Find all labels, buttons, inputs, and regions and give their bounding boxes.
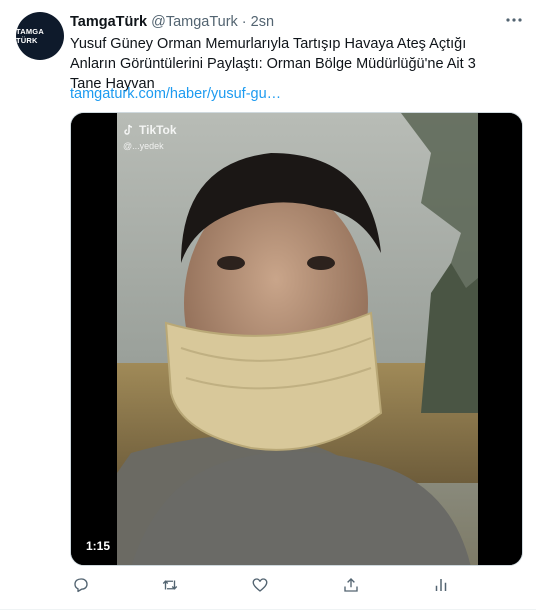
tiktok-username: @...yedek <box>123 141 164 151</box>
action-bar <box>70 574 470 596</box>
user-handle[interactable]: @TamgaTurk <box>151 14 238 30</box>
separator-dot: · <box>241 14 247 30</box>
like-icon[interactable] <box>249 574 271 596</box>
avatar[interactable]: TAMGA TÜRK <box>16 12 64 60</box>
share-icon[interactable] <box>340 574 362 596</box>
tweet[interactable]: TAMGA TÜRK TamgaTürk @TamgaTurk · 2sn Yu… <box>0 0 536 610</box>
tweet-link[interactable]: tamgaturk.com/haber/yusuf-gu… <box>70 84 281 104</box>
more-icon[interactable] <box>504 10 524 30</box>
video-player[interactable]: TikTok @...yedek 1:15 <box>70 112 523 566</box>
avatar-logo-text: TAMGA TÜRK <box>16 27 44 45</box>
video-frame <box>71 113 522 565</box>
analytics-icon[interactable] <box>430 574 452 596</box>
retweet-icon[interactable] <box>159 574 181 596</box>
tiktok-label: TikTok <box>139 123 177 137</box>
tiktok-icon <box>124 124 133 135</box>
display-name[interactable]: TamgaTürk <box>70 14 147 30</box>
timestamp[interactable]: 2sn <box>251 14 274 30</box>
reply-icon[interactable] <box>70 574 92 596</box>
video-duration: 1:15 <box>81 537 116 555</box>
tiktok-watermark: TikTok <box>123 123 177 137</box>
tweet-header: TamgaTürk @TamgaTurk · 2sn <box>70 12 274 32</box>
